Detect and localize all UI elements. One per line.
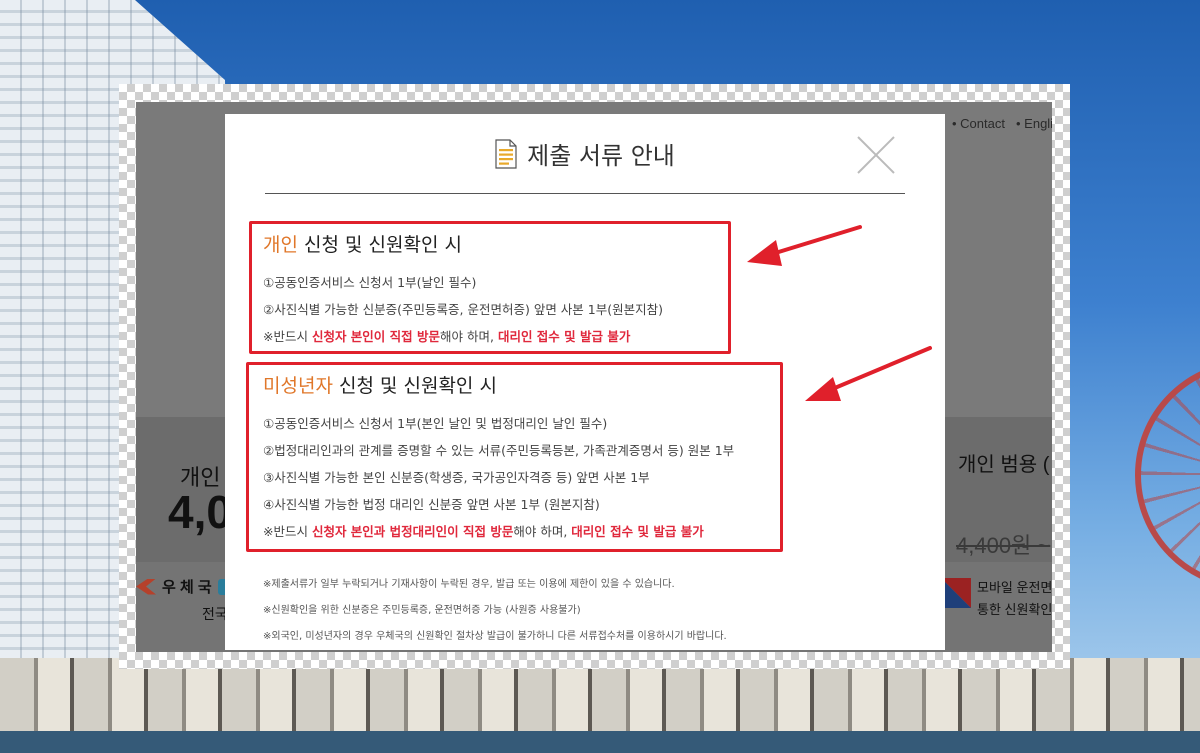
close-button[interactable] xyxy=(855,134,897,176)
harbor-water xyxy=(0,731,1200,753)
nav-contact-link: • Contact xyxy=(952,116,1005,131)
annotation-box-individual xyxy=(249,221,731,354)
footnote: ※신원확인을 위한 신분증은 주민등록증, 운전면허증 가능 (사원증 사용불가… xyxy=(263,605,581,616)
footnote: ※제출서류가 일부 누락되거나 기재사항이 누락된 경우, 발급 또는 이용에 … xyxy=(263,579,675,590)
post-office-logo: 우 체 국 xyxy=(136,576,234,597)
left-card-desc: 전국 xyxy=(202,606,228,622)
document-icon xyxy=(495,138,517,169)
modal-header: 제출 서류 안내 xyxy=(265,114,905,194)
right-card-desc-2: 통한 신원확인 xyxy=(977,602,1052,617)
footnotes: ※제출서류가 일부 누락되거나 기재사항이 누락된 경우, 발급 또는 이용에 … xyxy=(263,572,727,650)
post-office-label: 우 체 국 xyxy=(162,579,212,596)
modal-title: 제출 서류 안내 xyxy=(527,142,675,170)
right-card-title: 개인 범용 ( xyxy=(958,454,1050,476)
nav-english-link: • Englis xyxy=(1016,116,1052,131)
right-card-desc-1: 모바일 운전면 xyxy=(977,580,1052,595)
close-icon xyxy=(857,136,895,174)
left-card-price: 4,0 xyxy=(168,486,232,538)
right-card-price: 4,400원 ~ xyxy=(956,533,1051,558)
footnote: ※외국인, 미성년자의 경우 우체국의 신원확인 절차상 발급이 불가하니 다른… xyxy=(263,631,727,642)
ferris-wheel xyxy=(1135,360,1200,590)
annotation-box-minor xyxy=(246,362,783,552)
post-office-icon xyxy=(136,578,156,595)
